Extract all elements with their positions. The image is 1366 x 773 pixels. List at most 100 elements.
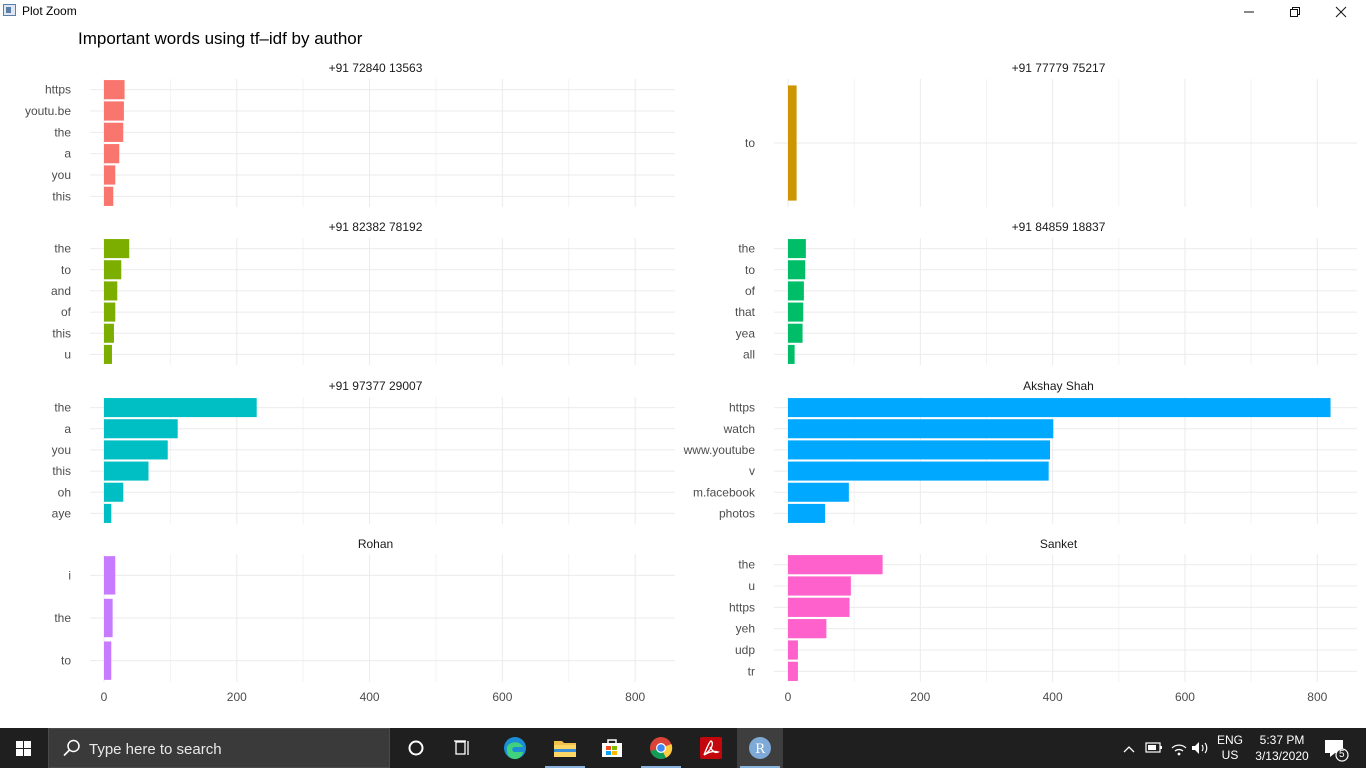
task-view-button[interactable]: [440, 728, 486, 768]
acrobat-button[interactable]: [688, 728, 734, 768]
x-tick-label: 800: [1307, 690, 1327, 704]
x-tick-label: 800: [625, 690, 645, 704]
wifi-icon[interactable]: [1171, 744, 1187, 756]
taskbar: Type here to search R ENG US 5:37 PM 3/1…: [0, 728, 1366, 768]
bar: [104, 398, 257, 418]
window-titlebar: Plot Zoom: [0, 0, 1366, 24]
file-explorer-icon: [554, 741, 576, 757]
chevron-up-icon[interactable]: [1123, 746, 1135, 753]
microsoft-store-button[interactable]: [589, 728, 635, 768]
bar: [104, 80, 125, 100]
minimize-button[interactable]: [1226, 0, 1272, 24]
bar: [788, 640, 798, 660]
y-tick-label: yea: [736, 326, 756, 340]
y-tick-label: to: [61, 263, 71, 277]
file-explorer-button[interactable]: [542, 728, 588, 768]
y-tick-label: u: [64, 347, 71, 361]
taskbar-search-box[interactable]: Type here to search: [48, 728, 390, 768]
y-tick-label: to: [745, 136, 755, 150]
bar: [788, 555, 883, 575]
y-tick-label: m.facebook: [693, 485, 756, 499]
facet-strip-label: +91 72840 13563: [329, 61, 423, 75]
y-tick-label: and: [51, 284, 71, 298]
bar: [104, 186, 114, 206]
y-tick-label: the: [738, 558, 755, 572]
bar: [788, 461, 1049, 481]
y-tick-label: aye: [52, 506, 72, 520]
y-tick-label: of: [745, 284, 756, 298]
bar: [788, 398, 1331, 418]
bar: [788, 323, 803, 343]
x-tick-label: 600: [1175, 690, 1195, 704]
y-tick-label: you: [52, 443, 71, 457]
x-tick-label: 200: [910, 690, 930, 704]
edge-button[interactable]: [492, 728, 538, 768]
bar: [104, 101, 124, 121]
bar: [104, 344, 112, 364]
minimize-icon: [1244, 11, 1254, 13]
r-button[interactable]: R: [737, 728, 783, 768]
y-tick-label: https: [45, 83, 71, 97]
rplot-app-icon: [3, 4, 16, 16]
x-tick-label: 0: [785, 690, 792, 704]
bar: [104, 503, 112, 523]
y-tick-label: www.youtube: [683, 443, 756, 457]
y-tick-label: yeh: [736, 622, 755, 636]
y-tick-label: u: [748, 579, 755, 593]
y-tick-label: watch: [723, 422, 755, 436]
close-button[interactable]: [1318, 0, 1364, 24]
x-tick-label: 400: [360, 690, 380, 704]
y-tick-label: photos: [719, 506, 755, 520]
bar: [788, 619, 827, 639]
y-tick-label: tr: [748, 664, 755, 678]
input-language-indicator[interactable]: ENG US: [1213, 733, 1247, 773]
bar: [788, 281, 804, 301]
facet-strip-label: Akshay Shah: [1023, 379, 1094, 393]
faceted-bar-chart: https youtu.be the a you this +91 72840 13563 t…: [25, 61, 1357, 704]
y-tick-label: to: [61, 654, 71, 668]
x-tick-label: 0: [101, 690, 108, 704]
start-button[interactable]: [0, 728, 48, 768]
y-tick-label: the: [54, 611, 71, 625]
plot-title: Important words using tf–idf by author: [78, 29, 363, 48]
bar: [788, 661, 798, 681]
bar: [788, 597, 850, 617]
maximize-button[interactable]: [1272, 0, 1318, 24]
edge-icon: [504, 737, 526, 760]
bar: [104, 302, 116, 322]
region-code: US: [1221, 748, 1239, 762]
bar: [104, 641, 112, 680]
clock-time: 5:37 PM: [1259, 733, 1305, 747]
y-tick-label: you: [52, 168, 71, 182]
taskbar-clock[interactable]: 5:37 PM 3/13/2020: [1252, 732, 1312, 772]
y-tick-label: that: [735, 305, 756, 319]
facet-strip-label: Rohan: [358, 537, 393, 551]
y-tick-label: i: [68, 568, 71, 582]
bar: [788, 302, 804, 322]
facet-strip-label: +91 77779 75217: [1012, 61, 1106, 75]
y-tick-label: the: [738, 242, 755, 256]
y-tick-label: all: [743, 347, 755, 361]
y-tick-label: this: [52, 326, 71, 340]
y-tick-label: the: [54, 125, 71, 139]
battery-icon[interactable]: [1145, 742, 1162, 753]
bar: [788, 440, 1051, 460]
action-center-button[interactable]: 5: [1318, 728, 1358, 768]
bar: [104, 323, 114, 343]
facet-strip-label: +91 82382 78192: [329, 220, 423, 234]
facet-strip-label: +91 97377 29007: [329, 379, 423, 393]
chrome-button[interactable]: [638, 728, 684, 768]
maximize-icon: [1290, 7, 1300, 17]
bar: [788, 239, 806, 259]
plot-area: https youtu.be the a you this +91 72840 13563 t…: [0, 24, 1366, 728]
bar: [788, 482, 849, 502]
window-title: Plot Zoom: [22, 4, 77, 18]
bar: [104, 281, 118, 301]
volume-icon[interactable]: [1192, 742, 1208, 754]
task-view-icon: [454, 740, 469, 755]
facet-strip-label: Sanket: [1040, 537, 1078, 551]
bar: [104, 165, 116, 185]
close-icon: [1335, 6, 1347, 18]
cortana-button[interactable]: [393, 728, 439, 768]
cortana-icon: [408, 740, 424, 756]
